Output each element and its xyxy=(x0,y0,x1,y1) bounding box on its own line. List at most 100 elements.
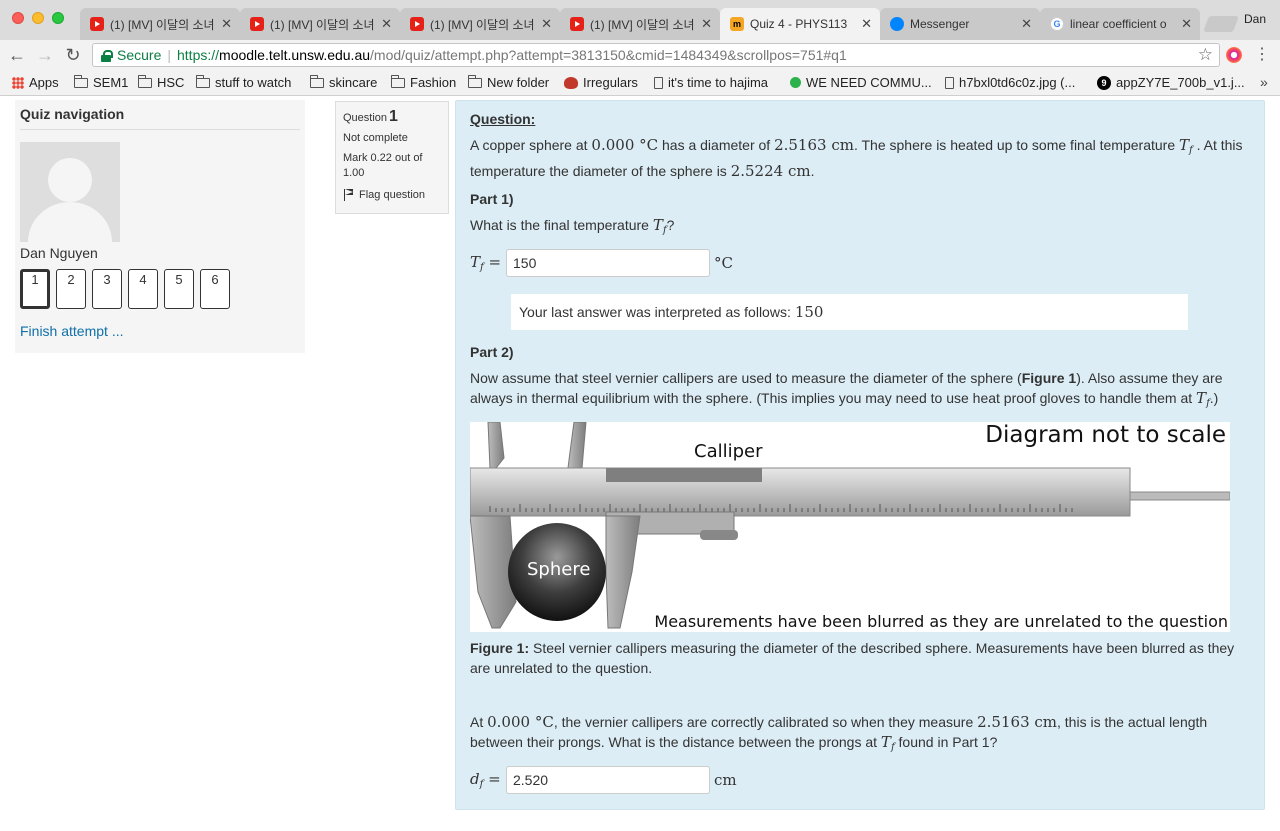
page-content: Quiz navigation Dan Nguyen 1 2 3 4 5 6 F… xyxy=(0,96,1280,831)
address-bar[interactable]: Secure | https:// moodle.telt.unsw.edu.a… xyxy=(92,43,1220,67)
part2-description: Now assume that steel vernier callipers … xyxy=(470,368,1250,414)
finish-attempt-link[interactable]: Finish attempt ... xyxy=(20,323,300,339)
calliper-figure: Diagram not to scale Calliper Sphere Mea… xyxy=(470,422,1230,632)
lock-icon xyxy=(101,49,113,62)
maximize-window-button[interactable] xyxy=(52,12,64,24)
question-state: Not complete xyxy=(343,132,408,144)
folder-icon xyxy=(309,74,324,88)
question-nav-button[interactable]: 3 xyxy=(92,269,122,309)
question-buttons: 1 2 3 4 5 6 xyxy=(20,269,300,309)
bookmark-label: it's time to hajima xyxy=(668,75,769,90)
bookmark-folder[interactable]: stuff to watch xyxy=(195,74,291,90)
figure-caption: Figure 1: Steel vernier callipers measur… xyxy=(470,638,1250,678)
browser-tab[interactable]: (1) [MV] 이달의 소녀 ✕ xyxy=(240,8,400,40)
intro-text: A copper sphere at xyxy=(470,137,588,153)
bookmark-star-icon[interactable]: ☆ xyxy=(1198,45,1213,65)
instagram-extension-icon[interactable] xyxy=(1226,47,1242,63)
bookmark-label: WE NEED COMMU... xyxy=(806,75,932,90)
user-name[interactable]: Dan Nguyen xyxy=(20,245,300,261)
avatar[interactable] xyxy=(20,142,120,242)
profile-name[interactable]: Dan xyxy=(1244,12,1266,26)
part1-heading: Part 1) xyxy=(470,191,514,207)
part2-unit: cm xyxy=(714,771,737,789)
tab-title: linear coefficient o xyxy=(1070,17,1167,31)
question-formulation: Question: A copper sphere at 0.000 °C ha… xyxy=(455,100,1265,831)
lower-sliding-jaw xyxy=(605,515,641,629)
bookmark-label: skincare xyxy=(329,75,378,90)
question-info-box: Question 1 Not complete Mark 0.22 out of … xyxy=(335,101,449,214)
bookmark-page[interactable]: WE NEED COMMU... xyxy=(790,75,932,90)
bookmark-folder[interactable]: skincare xyxy=(309,74,378,90)
var-symbol: T xyxy=(880,733,891,751)
intro-temperature: 0.000 °C xyxy=(591,136,659,154)
browser-tab[interactable]: (1) [MV] 이달의 소녀 ✕ xyxy=(560,8,720,40)
forward-arrow-icon[interactable]: → xyxy=(34,44,56,66)
tab-title: (1) [MV] 이달의 소녀 xyxy=(430,17,535,32)
crab-icon xyxy=(564,76,578,89)
tab-close-icon[interactable]: ✕ xyxy=(221,16,232,32)
question-nav-button[interactable]: 5 xyxy=(164,269,194,309)
part2-interpretation xyxy=(511,811,1188,831)
bookmark-apps[interactable]: Apps xyxy=(12,75,59,90)
depth-rod xyxy=(1129,491,1230,501)
bookmark-folder[interactable]: SEM1 xyxy=(73,74,128,90)
question-nav-button[interactable]: 4 xyxy=(128,269,158,309)
bookmark-page[interactable]: it's time to hajima xyxy=(654,75,768,90)
question-grade: Mark 0.22 out of 1.00 xyxy=(343,152,423,179)
new-tab-button[interactable] xyxy=(1203,16,1239,32)
bookmark-label: Irregulars xyxy=(583,75,638,90)
folder-icon xyxy=(195,74,210,88)
question-label: Question xyxy=(343,112,388,124)
quiz-navigation-title: Quiz navigation xyxy=(20,106,300,130)
tab-title: Messenger xyxy=(910,17,970,31)
youtube-icon xyxy=(90,17,104,31)
equals-sign: = xyxy=(488,770,501,788)
var-symbol: T xyxy=(652,216,663,234)
flag-question-button[interactable]: Flag question xyxy=(343,189,441,201)
bookmark-irregulars[interactable]: Irregulars xyxy=(564,75,638,90)
tab-close-icon[interactable]: ✕ xyxy=(861,16,872,32)
browser-tab-active[interactable]: m Quiz 4 - PHYS113 ✕ xyxy=(720,8,880,40)
sphere-label: Sphere xyxy=(527,559,591,580)
prompt-text: What is the final temperature xyxy=(470,217,649,233)
back-arrow-icon[interactable]: ← xyxy=(6,44,28,66)
question-nav-button-current[interactable]: 1 xyxy=(20,269,50,309)
bookmarks-overflow-icon[interactable]: » xyxy=(1260,74,1268,90)
bookmark-page[interactable]: 9 appZY7E_700b_v1.j... xyxy=(1097,75,1245,90)
browser-tab[interactable]: (1) [MV] 이달의 소녀 ✕ xyxy=(400,8,560,40)
interpretation-label: Your last answer was interpreted as foll… xyxy=(519,304,791,320)
browser-tab[interactable]: G linear coefficient o ✕ xyxy=(1040,8,1200,40)
youtube-icon xyxy=(410,17,424,31)
browser-toolbar: ← → ↻ Secure | https:// moodle.telt.unsw… xyxy=(0,40,1280,70)
slider-top xyxy=(606,468,762,482)
reload-icon[interactable]: ↻ xyxy=(62,44,84,66)
question-nav-button[interactable]: 2 xyxy=(56,269,86,309)
tab-close-icon[interactable]: ✕ xyxy=(701,16,712,32)
tab-close-icon[interactable]: ✕ xyxy=(381,16,392,32)
part1-answer-input[interactable] xyxy=(506,249,710,277)
caption-text: Steel vernier callipers measuring the di… xyxy=(470,640,1235,676)
var-symbol: T xyxy=(1196,389,1207,407)
part2-answer-input[interactable] xyxy=(506,766,710,794)
var-symbol: T xyxy=(1179,136,1190,154)
intro-text: . xyxy=(810,163,815,179)
browser-tab[interactable]: (1) [MV] 이달의 소녀 ✕ xyxy=(80,8,240,40)
url-host: moodle.telt.unsw.edu.au xyxy=(219,47,371,63)
browser-tab[interactable]: Messenger ✕ xyxy=(880,8,1040,40)
browser-menu-icon[interactable]: ⋮ xyxy=(1254,44,1270,64)
intro-text: . The sphere is heated up to some final … xyxy=(853,137,1176,153)
google-icon: G xyxy=(1050,17,1064,31)
bookmark-page[interactable]: h7bxl0td6c0z.jpg (... xyxy=(945,75,1075,90)
tab-close-icon[interactable]: ✕ xyxy=(1021,16,1032,32)
bookmark-folder[interactable]: HSC xyxy=(137,74,184,90)
close-window-button[interactable] xyxy=(12,12,24,24)
minimize-window-button[interactable] xyxy=(32,12,44,24)
tab-close-icon[interactable]: ✕ xyxy=(1181,16,1192,32)
tab-close-icon[interactable]: ✕ xyxy=(541,16,552,32)
question-nav-button[interactable]: 6 xyxy=(200,269,230,309)
answer-variable-label: Tf = xyxy=(470,253,506,273)
folder-icon xyxy=(390,74,405,88)
bookmark-folder[interactable]: New folder xyxy=(467,74,549,90)
bookmark-folder[interactable]: Fashion xyxy=(390,74,456,90)
var-subscript: f xyxy=(1189,145,1193,156)
